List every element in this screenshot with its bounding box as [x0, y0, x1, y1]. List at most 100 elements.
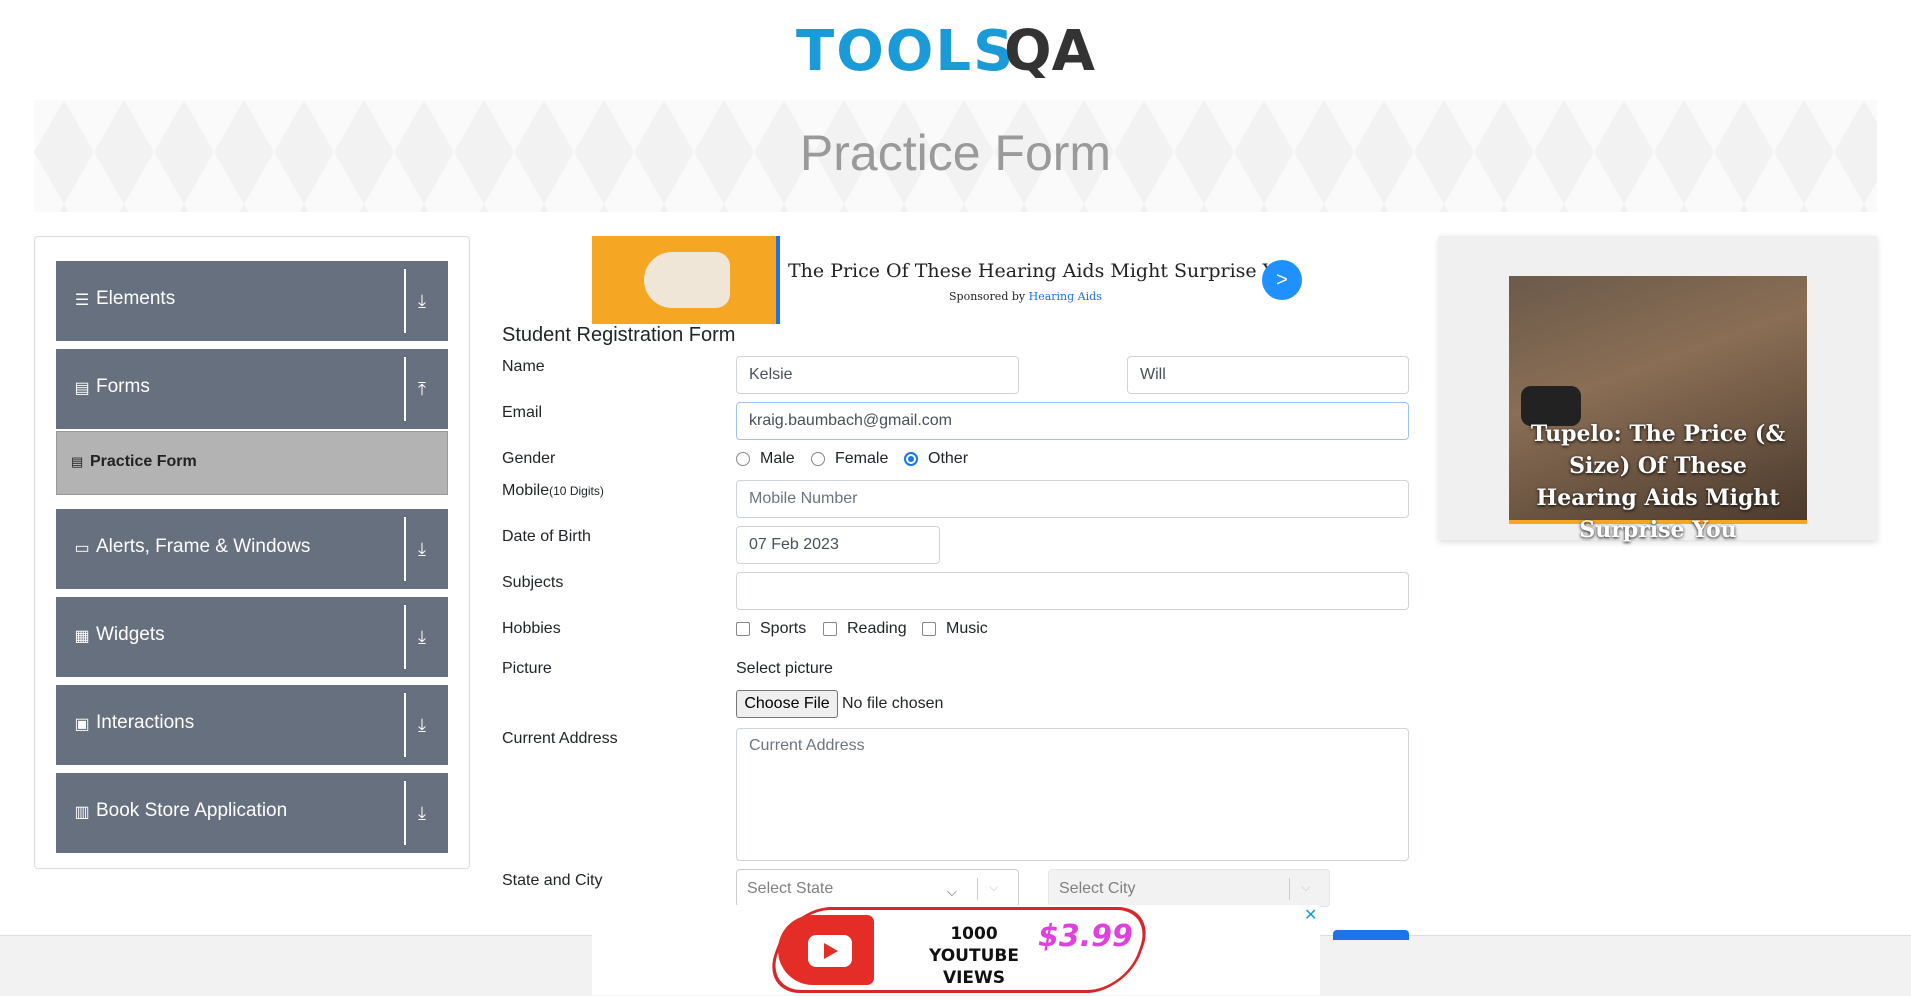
hobby-music-checkbox[interactable] [922, 622, 936, 636]
mobile-label: Mobile(10 Digits) [502, 482, 604, 500]
submit-button[interactable] [1333, 930, 1409, 940]
hearing-aid-image [644, 252, 730, 308]
ad-image [592, 236, 780, 324]
state-city-label: State and City [502, 872, 603, 889]
hobbies-label: Hobbies [502, 620, 561, 637]
mobile-label-text: Mobile [502, 482, 550, 499]
page-banner: Practice Form [34, 100, 1877, 212]
sponsored-prefix: Sponsored by [949, 290, 1026, 303]
sidebar-group-elements[interactable]: ☰ Elements ⤓ [56, 261, 448, 341]
divider [404, 357, 406, 421]
no-file-text: No file chosen [842, 695, 944, 712]
form-title: Student Registration Form [502, 324, 736, 346]
chevron-down-icon: ⌵ [1301, 879, 1311, 894]
upload-icon: ⤒ [418, 379, 426, 399]
address-label: Current Address [502, 730, 618, 747]
left-sidebar: ☰ Elements ⤓ ▤ Forms ⤒ ▤ Practice Form ▭… [34, 236, 470, 869]
sidebar-group-widgets[interactable]: ▦ Widgets ⤓ [56, 597, 448, 677]
ad-headline: The Price Of These Hearing Aids Might Su… [788, 260, 1298, 282]
gender-female-label[interactable]: Female [835, 450, 888, 468]
last-name-input[interactable]: Will [1127, 356, 1409, 394]
gender-label: Gender [502, 450, 556, 467]
email-input[interactable]: kraig.baumbach@gmail.com [736, 402, 1409, 440]
divider [404, 605, 406, 669]
ad-title: Tupelo: The Price (& Size) Of These Hear… [1530, 421, 1786, 543]
state-placeholder: Select State [747, 880, 834, 897]
sidebar-group-label: Elements [96, 288, 176, 309]
sidebar-item-practice-form[interactable]: ▤ Practice Form [56, 431, 448, 495]
sidebar-group-label: Book Store Application [96, 800, 288, 821]
close-icon[interactable]: ✕ [1304, 905, 1317, 925]
download-icon: ⤓ [418, 627, 426, 647]
divider [404, 781, 406, 845]
sidebar-group-forms[interactable]: ▤ Forms ⤒ [56, 349, 448, 429]
sidebar-group-label: Interactions [96, 712, 195, 733]
gender-female-radio[interactable] [811, 452, 825, 466]
dob-input[interactable]: 07 Feb 2023 [736, 526, 940, 564]
hamburger-icon: ☰ [74, 292, 90, 309]
grid-icon: ▦ [74, 628, 90, 645]
books-icon: ▥ [74, 804, 90, 821]
gender-other-radio[interactable] [904, 452, 918, 466]
divider [977, 878, 978, 900]
play-icon [808, 935, 852, 967]
gender-male-radio[interactable] [736, 452, 750, 466]
logo-tools-text: TOOLS [796, 19, 1016, 84]
hobby-sports-label[interactable]: Sports [760, 620, 806, 638]
current-address-textarea[interactable]: Current Address [736, 728, 1409, 861]
ad-views-text: 1000 YOUTUBE VIEWS [904, 923, 1044, 989]
mobile-input[interactable]: Mobile Number [736, 480, 1409, 518]
ad-go-button[interactable]: > [1262, 260, 1302, 300]
document-icon: ▤ [74, 380, 90, 397]
chevron-down-icon: ⌵ [989, 879, 999, 894]
sidebar-group-alerts[interactable]: ▭ Alerts, Frame & Windows ⤓ [56, 509, 448, 589]
mobile-hint: (10 Digits) [549, 484, 604, 498]
divider [404, 693, 406, 757]
download-icon: ⤓ [418, 715, 426, 735]
square-icon: ▣ [74, 716, 90, 733]
document-icon: ▤ [71, 454, 84, 469]
download-icon: ⤓ [418, 291, 426, 311]
dob-label: Date of Birth [502, 528, 591, 545]
gender-male-label[interactable]: Male [760, 450, 795, 468]
download-icon: ⤓ [418, 803, 426, 823]
download-icon: ⤓ [418, 539, 426, 559]
divider [1289, 878, 1290, 900]
hobby-reading-checkbox[interactable] [823, 622, 837, 636]
city-select[interactable]: Select City ⌵ [1048, 869, 1330, 907]
state-select[interactable]: Select State ⌵ ⌵ [736, 869, 1019, 907]
top-ad[interactable]: The Price Of These Hearing Aids Might Su… [592, 236, 1304, 324]
logo-qa-text: QA [1004, 19, 1095, 84]
ad-price: $3.99 [1038, 919, 1133, 954]
window-icon: ▭ [74, 540, 90, 557]
toolsqa-logo[interactable]: TOOLS QA [796, 14, 1121, 90]
hobby-music-label[interactable]: Music [946, 620, 988, 638]
divider [404, 517, 406, 581]
divider [404, 269, 406, 333]
right-ad[interactable]: Tupelo: The Price (& Size) Of These Hear… [1439, 236, 1877, 543]
sponsor-name: Hearing Aids [1028, 290, 1102, 303]
hobby-sports-checkbox[interactable] [736, 622, 750, 636]
subjects-label: Subjects [502, 574, 564, 591]
page-title: Practice Form [799, 125, 1112, 181]
chevron-down-icon: ⌵ [947, 884, 957, 899]
sidebar-group-label: Widgets [96, 624, 165, 645]
city-placeholder: Select City [1059, 880, 1136, 897]
ad-sponsor: Sponsored by Hearing Aids [949, 290, 1102, 303]
hobby-reading-label[interactable]: Reading [847, 620, 907, 638]
choose-file-button[interactable]: Choose File [736, 690, 838, 718]
subjects-input[interactable] [736, 572, 1409, 610]
ad-views-label: YOUTUBE VIEWS [929, 946, 1019, 988]
sidebar-group-book-store[interactable]: ▥ Book Store Application ⤓ [56, 773, 448, 853]
first-name-input[interactable]: Kelsie [736, 356, 1019, 394]
ad-views-count: 1000 [950, 924, 998, 944]
sidebar-item-label: Practice Form [90, 453, 197, 470]
gender-other-label[interactable]: Other [928, 450, 968, 468]
sidebar-group-interactions[interactable]: ▣ Interactions ⤓ [56, 685, 448, 765]
sidebar-group-label: Forms [96, 376, 150, 397]
email-label: Email [502, 404, 543, 421]
name-label: Name [502, 358, 545, 375]
select-picture-label: Select picture [736, 660, 833, 677]
picture-label: Picture [502, 660, 552, 677]
bottom-ad[interactable]: 1000 YOUTUBE VIEWS $3.99 ✕ [592, 905, 1320, 995]
